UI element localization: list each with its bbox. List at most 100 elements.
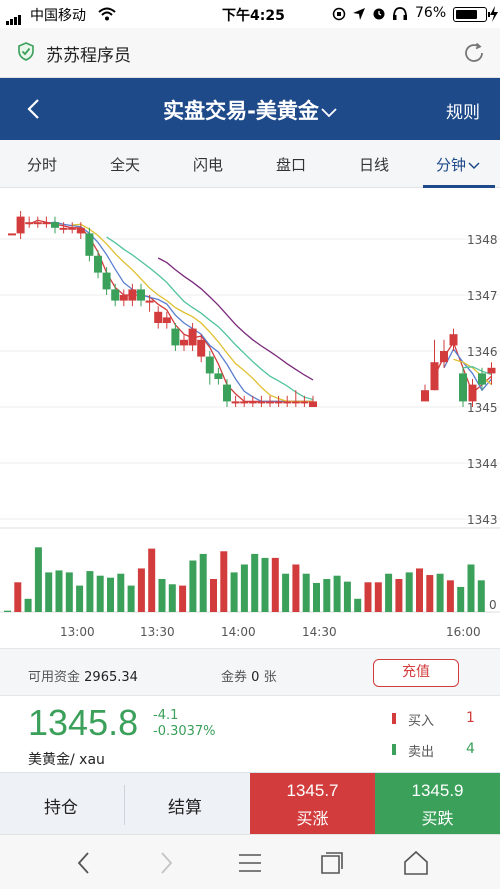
volume-bar [24, 598, 32, 612]
tab-daily[interactable]: 日线 [334, 154, 414, 175]
home-icon[interactable] [403, 850, 429, 876]
trade-bar: 持仓 结算 1345.7 买涨 1345.9 买跌 [0, 772, 500, 835]
x-tick-label: 14:00 [221, 625, 256, 639]
volume-bar [45, 572, 53, 612]
sell-count: 4 [466, 741, 475, 757]
battery-icon [453, 7, 490, 22]
volume-bar [374, 582, 382, 612]
candle [266, 401, 274, 404]
kline-chart-svg [0, 211, 500, 613]
funds-label: 可用资金 [28, 670, 81, 685]
tab-flash[interactable]: 闪电 [168, 154, 248, 175]
browser-back-icon[interactable] [76, 851, 90, 875]
x-tick-label: 13:30 [140, 625, 175, 639]
sell-indicator [392, 744, 396, 755]
location-icon [353, 8, 365, 20]
shield-check-icon [18, 42, 34, 61]
buy-up-button[interactable]: 1345.7 买涨 [250, 773, 375, 835]
candle [25, 222, 34, 225]
candle [111, 289, 120, 301]
recharge-button[interactable]: 充值 [373, 659, 459, 687]
volume-bar [416, 568, 423, 612]
funds-info: 可用资金 2965.34 [28, 666, 138, 685]
volume-zero-label: 0 [489, 598, 497, 612]
volume-bar [230, 572, 238, 612]
volume-bar [117, 573, 125, 612]
volume-bar [107, 577, 114, 612]
tab-order-book[interactable]: 盘口 [251, 154, 331, 175]
volume-bar [137, 568, 145, 612]
y-tick-label: 1343 [467, 513, 498, 527]
buy-down-price: 1345.9 [411, 781, 464, 800]
volume-bar [405, 572, 413, 612]
y-tick-label: 1346 [467, 345, 498, 359]
moving-average-line [28, 219, 313, 403]
price-change-percent: -0.3037% [153, 724, 216, 739]
settlement-button[interactable]: 结算 [168, 793, 202, 818]
volume-bar [65, 572, 73, 612]
tab-timeshare[interactable]: 分时 [2, 154, 82, 175]
candle [300, 401, 309, 404]
buy-up-price: 1345.7 [286, 781, 339, 800]
x-tick-label: 16:00 [446, 625, 481, 639]
x-tick-label: 14:30 [302, 625, 337, 639]
candle [76, 227, 85, 234]
volume-bar [446, 580, 454, 612]
tab-all-day[interactable]: 全天 [85, 154, 165, 175]
buy-down-button[interactable]: 1345.9 买跌 [375, 773, 500, 835]
moving-average-line [72, 223, 313, 403]
volume-bar [385, 573, 393, 612]
volume-bar [436, 573, 444, 612]
coupon-label: 金券 [221, 670, 248, 685]
volume-bar [4, 610, 11, 612]
candle [85, 233, 94, 256]
menu-icon[interactable] [238, 853, 262, 873]
candle [68, 227, 77, 230]
buy-count: 1 [466, 710, 475, 726]
rotation-lock-icon [332, 7, 346, 21]
kline-chart[interactable]: 1348 1347 1346 1345 1344 1343 0 13:00 13… [0, 188, 500, 648]
volume-bar [343, 581, 351, 612]
status-bar: 中国移动 下午4:25 76% [0, 0, 500, 28]
headphones-icon [393, 7, 407, 20]
buy-indicator [392, 713, 396, 724]
candle [421, 390, 429, 402]
signal-icon [6, 9, 22, 25]
candle [487, 367, 496, 374]
candle [180, 339, 188, 346]
volume-bar [240, 564, 248, 612]
candle [240, 401, 249, 404]
refresh-icon[interactable] [462, 41, 486, 65]
chevron-down-icon [321, 108, 337, 118]
tabs-icon[interactable] [320, 851, 344, 875]
candle [459, 373, 467, 402]
volume-bar [127, 585, 135, 612]
volume-bar [333, 575, 341, 612]
candle [154, 311, 163, 323]
tab-minute-label: 分钟 [435, 156, 466, 174]
y-tick-label: 1348 [467, 233, 498, 247]
tab-minute[interactable]: 分钟 [418, 154, 498, 175]
candle [33, 222, 42, 225]
y-tick-label: 1344 [467, 457, 498, 471]
positions-button[interactable]: 持仓 [44, 793, 78, 818]
chart-tabs: 分时 全天 闪电 盘口 日线 分钟 [0, 140, 500, 188]
candle [231, 401, 240, 404]
rules-link[interactable]: 规则 [446, 98, 480, 123]
sell-label: 卖出 [408, 745, 435, 760]
nav-title[interactable]: 实盘交易-美黄金 [0, 95, 500, 125]
funds-value: 2965.34 [84, 670, 138, 685]
browser-toolbar [0, 834, 500, 889]
volume-bar [14, 582, 22, 612]
volume-bar [467, 564, 475, 612]
volume-bar [34, 547, 42, 612]
volume-bar [271, 557, 279, 612]
buy-down-label: 买跌 [421, 809, 454, 828]
candle [51, 222, 59, 228]
divider [124, 785, 125, 825]
volume-bar [210, 579, 217, 612]
buy-up-label: 买涨 [296, 809, 329, 828]
browser-forward-icon[interactable] [160, 851, 174, 875]
volume-bar [302, 573, 310, 612]
volume-bar [168, 584, 176, 612]
